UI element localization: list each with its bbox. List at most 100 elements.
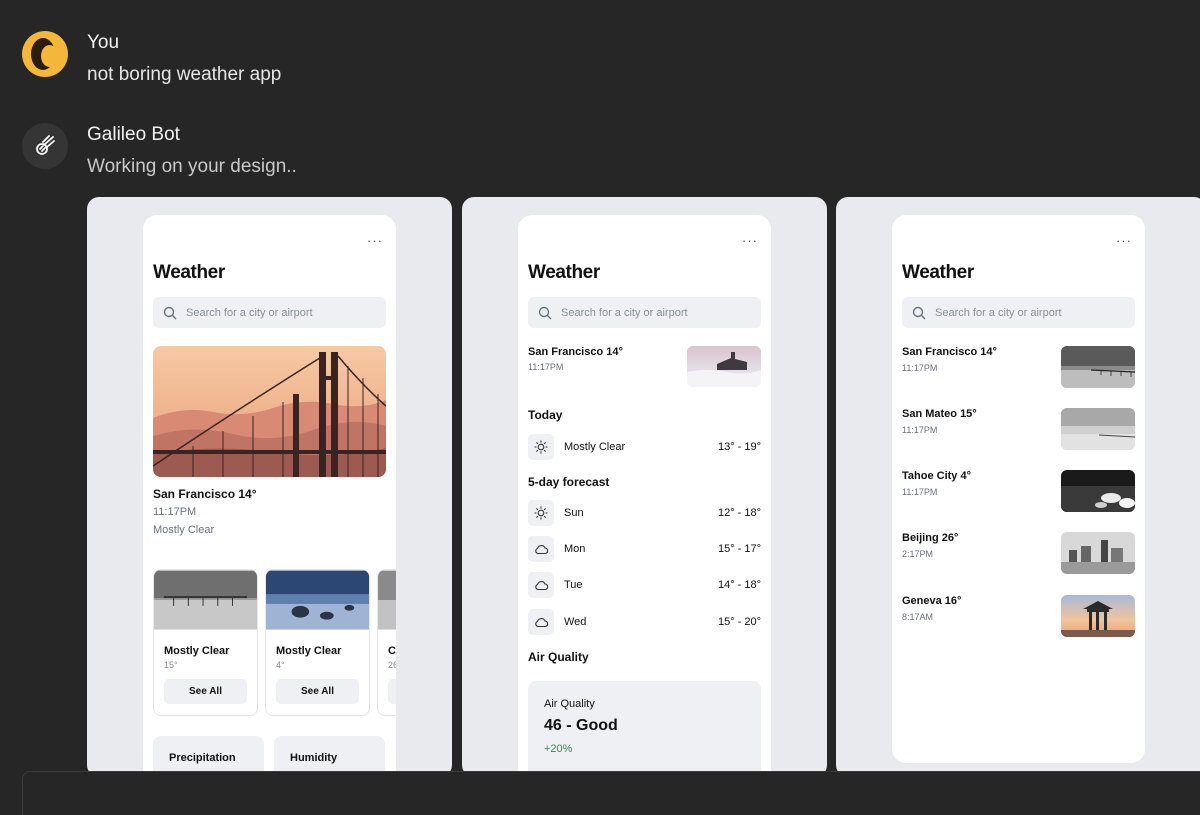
- search-icon: [163, 306, 177, 319]
- search-placeholder: Search for a city or airport: [561, 306, 688, 319]
- city-thumbnail: [1061, 470, 1135, 512]
- weather-card[interactable]: Cl 26: [377, 569, 396, 716]
- page-title: Weather: [153, 262, 225, 283]
- today-row: Mostly Clear 13° - 19°: [528, 434, 761, 460]
- city-list-item[interactable]: Beijing 26° 2:17PM: [902, 532, 1135, 574]
- forecast-range: 15° - 17°: [717, 543, 761, 555]
- local-time: 11:17PM: [528, 362, 564, 372]
- city-thumbnail: [1061, 346, 1135, 388]
- city-name: Tahoe City 4°: [902, 470, 971, 482]
- search-icon: [538, 306, 552, 319]
- forecast-row[interactable]: Mon 15° - 17°: [528, 536, 761, 562]
- bot-message-text: Working on your design..: [87, 156, 297, 177]
- today-condition: Mostly Clear: [564, 441, 626, 453]
- weather-card[interactable]: Mostly Clear 4° See All: [265, 569, 370, 716]
- condition-text: Mostly Clear: [153, 524, 215, 536]
- local-time: 11:17PM: [902, 487, 938, 497]
- forecast-heading: 5-day forecast: [528, 475, 610, 489]
- city-list-item[interactable]: San Francisco 14° 11:17PM: [902, 346, 1135, 388]
- bot-name: Galileo Bot: [87, 124, 180, 145]
- city-list-item[interactable]: Tahoe City 4° 11:17PM: [902, 470, 1135, 512]
- city-thumbnail: [1061, 408, 1135, 450]
- card-temp: 4°: [276, 660, 285, 670]
- see-all-button[interactable]: See All: [276, 679, 359, 704]
- weather-cards: Mostly Clear 15° See All Mostly Clear 4°…: [153, 569, 396, 717]
- city-thumbnail: [687, 346, 761, 387]
- city-name: San Francisco 14°: [902, 346, 997, 358]
- bot-message: Galileo Bot Working on your design..: [22, 123, 297, 179]
- phone-screen: ··· Weather Search for a city or airport…: [518, 215, 771, 777]
- forecast-day: Tue: [564, 579, 583, 591]
- city-name: San Mateo 15°: [902, 408, 977, 420]
- forecast-row[interactable]: Tue 14° - 18°: [528, 572, 761, 598]
- search-icon: [912, 306, 926, 319]
- user-avatar: [22, 31, 68, 77]
- more-options-icon[interactable]: ···: [1116, 233, 1132, 248]
- hero-image: [153, 346, 386, 477]
- search-input[interactable]: Search for a city or airport: [153, 297, 386, 328]
- more-options-icon[interactable]: ···: [742, 233, 758, 248]
- local-time: 11:17PM: [902, 363, 938, 373]
- local-time: 8:17AM: [902, 612, 934, 622]
- card-temp: 15°: [164, 660, 178, 670]
- sun-icon: [528, 500, 554, 526]
- see-all-button[interactable]: See All: [164, 679, 247, 704]
- forecast-range: 12° - 18°: [717, 507, 761, 519]
- page-title: Weather: [902, 262, 974, 283]
- search-input[interactable]: Search for a city or airport: [528, 297, 761, 328]
- city-name: Geneva 16°: [902, 595, 962, 607]
- city-list-item[interactable]: Geneva 16° 8:17AM: [902, 595, 1135, 637]
- forecast-range: 15° - 20°: [717, 616, 761, 628]
- cloud-icon: [528, 536, 554, 562]
- card-temp: 26: [388, 660, 396, 670]
- air-quality-delta: +20%: [544, 743, 573, 755]
- air-quality-value: 46 - Good: [544, 717, 618, 734]
- cloud-icon: [528, 609, 554, 635]
- page-title: Weather: [528, 262, 600, 283]
- city-thumbnail: [1061, 595, 1135, 637]
- user-message-text: not boring weather app: [87, 64, 282, 85]
- user-name: You: [87, 32, 120, 53]
- forecast-day: Wed: [564, 616, 587, 628]
- today-range: 13° - 19°: [717, 441, 761, 453]
- city-name: Beijing 26°: [902, 532, 959, 544]
- more-options-icon[interactable]: ···: [367, 233, 383, 248]
- local-time: 2:17PM: [902, 549, 934, 559]
- phone-screen: ··· Weather Search for a city or airport: [143, 215, 396, 777]
- city-name: San Francisco 14°: [528, 346, 623, 358]
- search-placeholder: Search for a city or airport: [935, 306, 1062, 319]
- search-input[interactable]: Search for a city or airport: [902, 297, 1135, 328]
- forecast-row[interactable]: Wed 15° - 20°: [528, 609, 761, 635]
- see-all-button[interactable]: [388, 679, 396, 704]
- city-name: San Francisco 14°: [153, 487, 257, 501]
- design-option-2[interactable]: ··· Weather Search for a city or airport…: [462, 197, 827, 777]
- phone-screen: ··· Weather Search for a city or airport…: [892, 215, 1145, 763]
- card-condition: Cl: [388, 645, 396, 657]
- comet-icon: [22, 123, 68, 169]
- message-composer[interactable]: [22, 771, 1200, 815]
- local-time: 11:17PM: [153, 506, 197, 518]
- cloud-icon: [528, 572, 554, 598]
- user-message: You not boring weather app: [22, 31, 281, 87]
- local-time: 11:17PM: [902, 425, 938, 435]
- forecast-day: Mon: [564, 543, 586, 555]
- card-image: [154, 570, 257, 630]
- card-image: [266, 570, 369, 630]
- design-option-1[interactable]: ··· Weather Search for a city or airport: [87, 197, 452, 777]
- air-quality-card[interactable]: Air Quality 46 - Good +20%: [528, 681, 761, 777]
- search-placeholder: Search for a city or airport: [186, 306, 313, 319]
- air-quality-label: Air Quality: [544, 698, 595, 710]
- card-image: [378, 570, 396, 630]
- card-condition: Mostly Clear: [164, 645, 230, 657]
- design-option-3[interactable]: ··· Weather Search for a city or airport…: [836, 197, 1200, 777]
- sun-icon: [528, 434, 554, 460]
- today-heading: Today: [528, 408, 563, 422]
- card-condition: Mostly Clear: [276, 645, 342, 657]
- city-thumbnail: [1061, 532, 1135, 574]
- air-quality-heading: Air Quality: [528, 650, 589, 664]
- forecast-row[interactable]: Sun 12° - 18°: [528, 500, 761, 526]
- forecast-day: Sun: [564, 507, 584, 519]
- city-list-item[interactable]: San Mateo 15° 11:17PM: [902, 408, 1135, 450]
- forecast-range: 14° - 18°: [717, 579, 761, 591]
- weather-card[interactable]: Mostly Clear 15° See All: [153, 569, 258, 716]
